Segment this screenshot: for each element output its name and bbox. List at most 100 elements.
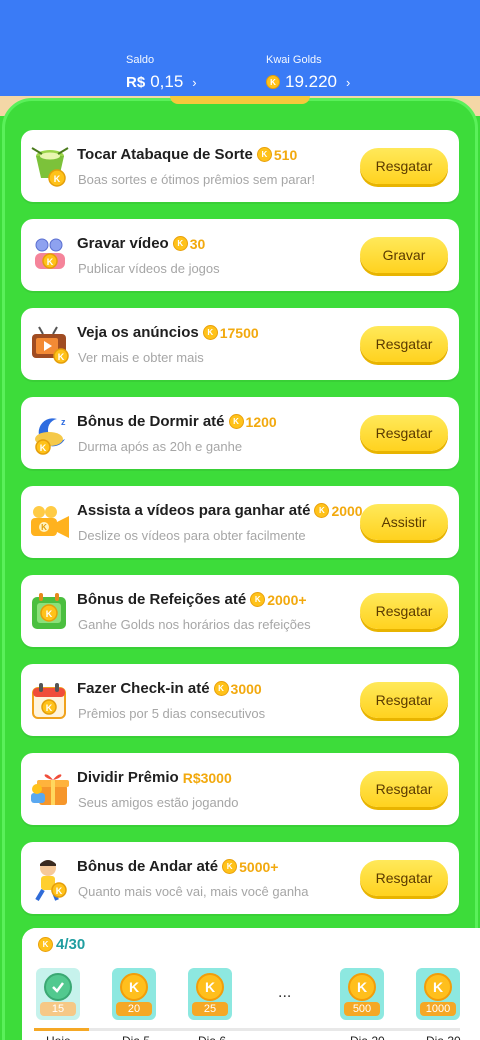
gold-coin-icon: K (172, 236, 188, 251)
gold-coin-icon: K (424, 973, 452, 1001)
svg-text:K: K (47, 257, 54, 267)
task-action-button[interactable]: Resgatar (360, 415, 448, 451)
chevron-right-icon: › (192, 74, 197, 90)
task-card: K Fazer Check-in até K 3000 Prêmios por 5 di… (21, 664, 459, 736)
checkin-day-label: Dia 30 (426, 1034, 461, 1040)
svg-text:K: K (40, 443, 47, 453)
task-card: K Gravar vídeo K 30 Publicar vídeos de jogos… (21, 219, 459, 291)
svg-text:K: K (41, 523, 47, 532)
golds-label: Kwai Golds (266, 54, 322, 66)
moon-sleep-icon: zK (27, 411, 73, 457)
task-card: K Assista a vídeos para ganhar até K 2000 De… (21, 486, 459, 558)
task-title: Bônus de Andar até (77, 858, 219, 875)
task-reward-amount: 3000 (230, 680, 262, 697)
gold-coin-icon: K (314, 503, 330, 518)
task-title: Bônus de Dormir até (77, 413, 225, 430)
saldo-label: Saldo (126, 54, 155, 66)
task-action-button[interactable]: Resgatar (360, 682, 448, 718)
task-subtitle: Ganhe Golds nos horários das refeições (78, 617, 311, 632)
task-action-button[interactable]: Resgatar (360, 593, 448, 629)
task-reward-amount: 17500 (219, 324, 259, 341)
drum-icon: K (27, 144, 73, 190)
gold-coin-icon: K (250, 592, 266, 607)
gold-coin-icon: K (196, 973, 224, 1001)
gold-coin-icon: K (202, 325, 218, 340)
chevron-right-icon: › (346, 74, 351, 90)
task-title: Veja os anúncios (77, 324, 199, 341)
task-subtitle: Publicar vídeos de jogos (78, 261, 220, 276)
checkin-day[interactable]: K 1000 (416, 968, 460, 1020)
task-subtitle: Seus amigos estão jogando (78, 795, 239, 810)
task-subtitle: Boas sortes e ótimos prêmios sem parar! (78, 172, 315, 187)
gold-coin-icon: K (38, 937, 53, 952)
task-subtitle: Quanto mais você vai, mais você ganha (78, 884, 309, 899)
task-reward-amount: 30 (189, 235, 206, 252)
saldo-currency: R$ (126, 73, 146, 91)
checkin-day[interactable]: 15 (36, 968, 80, 1020)
checkin-day[interactable]: K 20 (112, 968, 156, 1020)
task-action-button[interactable]: Resgatar (360, 326, 448, 362)
checkin-count: K 4/30 (38, 936, 85, 953)
task-action-button[interactable]: Gravar (360, 237, 448, 273)
calendar-icon: K (27, 678, 73, 724)
gold-coin-icon: K (120, 973, 148, 1001)
task-title: Bônus de Refeições até (77, 591, 247, 608)
checkin-section: K 4/30 15K20K25K500K1000 ... HojeDia 5Di… (22, 928, 480, 1040)
checkin-day-label: Hoje (46, 1034, 71, 1040)
checkin-progress-fill (34, 1028, 90, 1031)
task-subtitle: Prêmios por 5 dias consecutivos (78, 706, 266, 721)
svg-text:z: z (61, 417, 66, 427)
task-reward-amount: 510 (273, 146, 298, 163)
checkin-day-label: Dia 5 (122, 1034, 150, 1040)
kwai-golds-balance[interactable]: Kwai Golds K 19.220 › (266, 54, 350, 92)
task-card: z K Bônus de Dormir até K 1200 Durma após as … (21, 397, 459, 469)
ellipsis: ... (278, 984, 292, 1001)
checkin-day-reward: 25 (192, 1002, 228, 1016)
task-card: K Bônus de Andar até K 5000+ Quanto mais voc… (21, 842, 459, 914)
task-card: K Bônus de Refeições até K 2000+ Ganhe Golds… (21, 575, 459, 647)
gold-coin-icon: K (222, 859, 238, 874)
checkmark-icon (44, 973, 72, 1001)
task-title: Tocar Atabaque de Sorte (77, 146, 253, 163)
task-subtitle: Ver mais e obter mais (78, 350, 204, 365)
saldo-value: 0,15 (150, 72, 184, 91)
checkin-progress-bar (34, 1028, 460, 1031)
task-subtitle: Durma após as 20h e ganhe (78, 439, 243, 454)
checkin-day-label: Dia 20 (350, 1034, 385, 1040)
gift-icon (27, 767, 73, 813)
task-action-button[interactable]: Resgatar (360, 771, 448, 807)
svg-text:K: K (46, 703, 53, 713)
tv-icon: K (27, 322, 73, 368)
checkin-day[interactable]: K 500 (340, 968, 384, 1020)
top-balance-bar: Saldo R$ 0,15 › Kwai Golds K 19.220 › (0, 0, 480, 104)
camera-record-icon: K (27, 233, 73, 279)
checkin-day-reward: 15 (40, 1002, 76, 1016)
gold-coin-icon: K (348, 973, 376, 1001)
task-card: K Tocar Atabaque de Sorte K 510 Boas sortes … (21, 130, 459, 202)
walking-boy-icon: K (27, 856, 73, 902)
task-action-button[interactable]: Resgatar (360, 860, 448, 896)
task-title: Dividir Prêmio (77, 769, 179, 786)
saldo-balance[interactable]: Saldo R$ 0,15 › (126, 54, 197, 92)
task-action-button[interactable]: Assistir (360, 504, 448, 540)
checkin-day-reward: 20 (116, 1002, 152, 1016)
task-subtitle: Deslize os vídeos para obter facilmente (78, 528, 306, 543)
meal-calendar-icon: K (27, 589, 73, 635)
svg-text:K: K (54, 174, 61, 184)
checkin-day-reward: 1000 (420, 1002, 456, 1016)
gold-coin-icon: K (213, 681, 229, 696)
task-title: Fazer Check-in até (77, 680, 210, 697)
gold-coin-icon: K (266, 75, 280, 89)
checkin-day[interactable]: K 25 (188, 968, 232, 1020)
task-reward-amount: 2000 (331, 502, 363, 519)
task-reward-amount: 2000+ (267, 591, 307, 608)
task-card: Dividir Prêmio R$3000 Seus amigos estão jo… (21, 753, 459, 825)
task-title: Assista a vídeos para ganhar até (77, 502, 311, 519)
checkin-day-reward: 500 (344, 1002, 380, 1016)
checkin-count-value: 4/30 (56, 936, 86, 953)
task-reward-amount: R$3000 (182, 769, 232, 786)
task-title: Gravar vídeo (77, 235, 169, 252)
task-card: K Veja os anúncios K 17500 Ver mais e obter … (21, 308, 459, 380)
task-action-button[interactable]: Resgatar (360, 148, 448, 184)
gold-coin-icon: K (228, 414, 244, 429)
